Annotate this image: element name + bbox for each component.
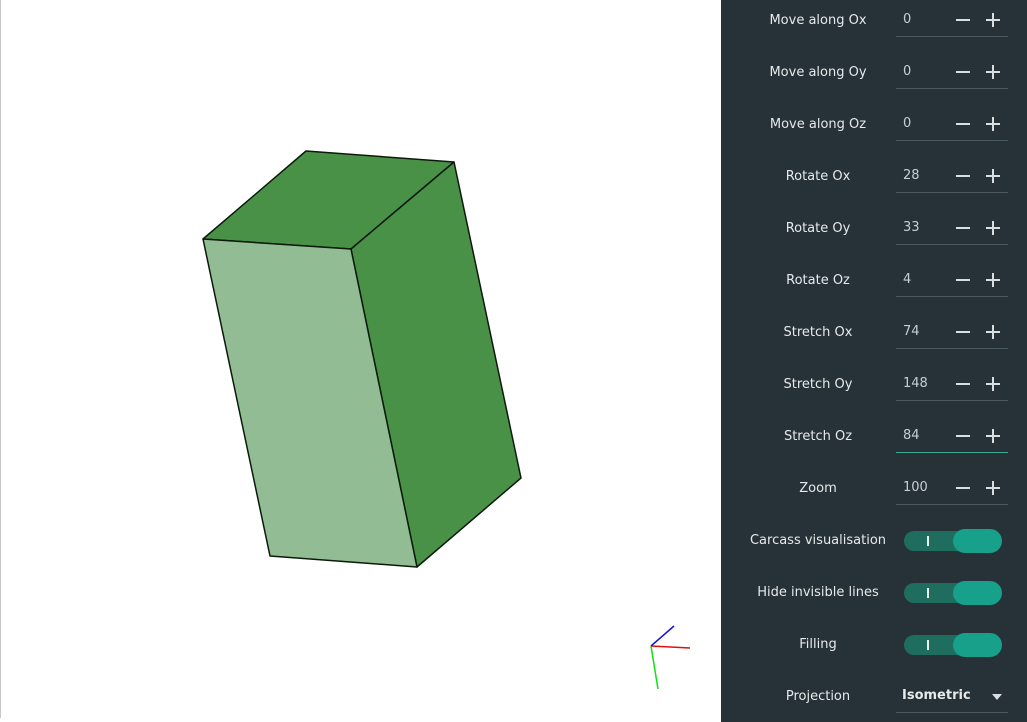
minus-icon[interactable] [955, 376, 971, 392]
filling-label: Filling [799, 637, 837, 652]
stretch-ox-label: Stretch Ox [783, 325, 853, 340]
axis-z-line [650, 625, 675, 647]
stretch-ox-input[interactable]: 74 [903, 324, 963, 340]
projection-row: Projection Isometric [721, 676, 1027, 722]
stretch-ox-underline [896, 348, 1008, 349]
plus-icon[interactable] [985, 64, 1001, 80]
plus-icon[interactable] [985, 480, 1001, 496]
zoom-input[interactable]: 100 [903, 480, 963, 496]
axis-gizmo [650, 625, 691, 690]
triangle-down-icon [992, 694, 1002, 700]
move-oz-row: Move along Oz 0 [721, 104, 1027, 156]
rotate-ox-label: Rotate Ox [785, 169, 851, 184]
hide-lines-label: Hide invisible lines [757, 585, 879, 600]
move-ox-row: Move along Ox 0 [721, 0, 1027, 52]
minus-icon[interactable] [955, 480, 971, 496]
projection-underline [896, 712, 1008, 713]
rotate-oz-label: Rotate Oz [786, 273, 850, 288]
plus-icon[interactable] [985, 428, 1001, 444]
plus-icon[interactable] [985, 168, 1001, 184]
plus-icon[interactable] [985, 272, 1001, 288]
projection-label: Projection [785, 689, 851, 704]
move-oz-label: Move along Oz [769, 117, 867, 132]
stretch-oy-underline [896, 400, 1008, 401]
stretch-oz-label: Stretch Oz [783, 429, 853, 444]
stretch-ox-row: Stretch Ox 74 [721, 312, 1027, 364]
plus-icon[interactable] [985, 116, 1001, 132]
rotate-ox-row: Rotate Ox 28 [721, 156, 1027, 208]
minus-icon[interactable] [955, 324, 971, 340]
move-oy-underline [896, 88, 1008, 89]
move-oy-label: Move along Oy [769, 65, 867, 80]
zoom-label: Zoom [799, 481, 837, 496]
stretch-oy-input[interactable]: 148 [903, 376, 963, 392]
stretch-oz-underline [896, 452, 1008, 453]
carcass-row: Carcass visualisation [721, 520, 1027, 572]
minus-icon[interactable] [955, 64, 971, 80]
move-oz-underline [896, 140, 1008, 141]
toggle-on-indicator [927, 640, 929, 650]
rotate-oy-label: Rotate Oy [785, 221, 851, 236]
rotate-ox-underline [896, 192, 1008, 193]
plus-icon[interactable] [985, 220, 1001, 236]
rotate-oy-underline [896, 244, 1008, 245]
stretch-oy-row: Stretch Oy 148 [721, 364, 1027, 416]
carcass-label: Carcass visualisation [749, 533, 887, 548]
toggle-on-indicator [927, 536, 929, 546]
stretch-oy-label: Stretch Oy [783, 377, 853, 392]
projection-value: Isometric [902, 688, 971, 703]
carcass-toggle[interactable] [904, 529, 1002, 553]
filling-toggle[interactable] [904, 633, 1002, 657]
move-ox-label: Move along Ox [769, 13, 867, 28]
zoom-row: Zoom 100 [721, 468, 1027, 520]
toggle-knob [953, 581, 1002, 605]
hide-lines-row: Hide invisible lines [721, 572, 1027, 624]
minus-icon[interactable] [955, 116, 971, 132]
settings-panel: Move along Ox 0 Move along Oy 0 Move alo… [721, 0, 1027, 722]
rotate-oz-input[interactable]: 4 [903, 272, 963, 288]
minus-icon[interactable] [955, 12, 971, 28]
move-ox-input[interactable]: 0 [903, 12, 963, 28]
toggle-knob [953, 633, 1002, 657]
move-oz-input[interactable]: 0 [903, 116, 963, 132]
stretch-oz-input[interactable]: 84 [903, 428, 963, 444]
plus-icon[interactable] [985, 376, 1001, 392]
rotate-oz-row: Rotate Oz 4 [721, 260, 1027, 312]
3d-viewport[interactable] [0, 0, 721, 718]
move-oy-row: Move along Oy 0 [721, 52, 1027, 104]
toggle-knob [953, 529, 1002, 553]
move-oy-input[interactable]: 0 [903, 64, 963, 80]
rotate-oz-underline [896, 296, 1008, 297]
minus-icon[interactable] [955, 272, 971, 288]
zoom-underline [896, 504, 1008, 505]
rotate-oy-row: Rotate Oy 33 [721, 208, 1027, 260]
axis-y-line [650, 645, 659, 690]
rotate-ox-input[interactable]: 28 [903, 168, 963, 184]
stretch-oz-row: Stretch Oz 84 [721, 416, 1027, 468]
plus-icon[interactable] [985, 12, 1001, 28]
minus-icon[interactable] [955, 220, 971, 236]
projection-select[interactable]: Isometric [896, 682, 1008, 710]
rotate-oy-input[interactable]: 33 [903, 220, 963, 236]
scene-canvas [202, 150, 691, 690]
minus-icon[interactable] [955, 428, 971, 444]
toggle-on-indicator [927, 588, 929, 598]
axis-x-line [650, 645, 691, 649]
filling-row: Filling [721, 624, 1027, 676]
move-ox-underline [896, 36, 1008, 37]
plus-icon[interactable] [985, 324, 1001, 340]
hide-lines-toggle[interactable] [904, 581, 1002, 605]
minus-icon[interactable] [955, 168, 971, 184]
